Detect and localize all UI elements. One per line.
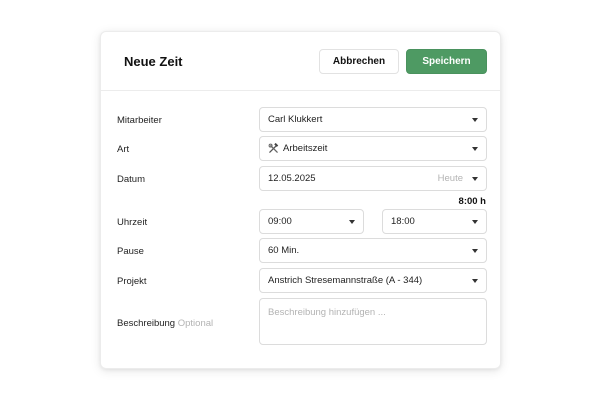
dialog-header: Neue Zeit Abbrechen Speichern <box>101 32 500 91</box>
pause-value: 60 Min. <box>268 245 300 256</box>
employee-select[interactable]: Carl Klukkert <box>259 107 487 132</box>
optional-hint: Optional <box>177 318 214 329</box>
new-time-dialog: Neue Zeit Abbrechen Speichern Mitarbeite… <box>100 31 501 369</box>
chevron-down-icon <box>349 219 355 224</box>
cancel-button[interactable]: Abbrechen <box>319 49 399 74</box>
hammer-wrench-icon <box>268 142 279 153</box>
chevron-down-icon <box>472 146 478 151</box>
project-select[interactable]: Anstrich Stresemannstraße (A - 344) <box>259 268 487 293</box>
description-input[interactable] <box>259 298 487 345</box>
end-time-select[interactable]: 18:00 <box>382 209 487 234</box>
start-time-value: 09:00 <box>268 216 292 227</box>
pause-select[interactable]: 60 Min. <box>259 238 487 263</box>
type-value-wrap: Arbeitszeit <box>268 142 472 154</box>
chevron-down-icon <box>472 219 478 224</box>
date-select[interactable]: 12.05.2025 Heute <box>259 166 487 191</box>
date-value: 12.05.2025 <box>268 173 316 184</box>
chevron-down-icon <box>472 248 478 253</box>
save-button[interactable]: Speichern <box>406 49 487 74</box>
start-time-select[interactable]: 09:00 <box>259 209 364 234</box>
chevron-down-icon <box>472 278 478 283</box>
description-label: Beschreibung Optional <box>117 318 213 329</box>
employee-label: Mitarbeiter <box>117 115 162 126</box>
project-label: Projekt <box>117 276 147 287</box>
project-value: Anstrich Stresemannstraße (A - 344) <box>268 275 423 286</box>
today-hint: Heute <box>437 173 463 184</box>
total-duration: 8:00 h <box>458 196 486 207</box>
chevron-down-icon <box>472 117 478 122</box>
pause-label: Pause <box>117 246 144 257</box>
employee-value: Carl Klukkert <box>268 114 323 125</box>
type-value: Arbeitszeit <box>283 143 328 154</box>
description-label-text: Beschreibung <box>117 318 176 329</box>
dialog-title: Neue Zeit <box>124 54 183 69</box>
type-select[interactable]: Arbeitszeit <box>259 136 487 161</box>
time-label: Uhrzeit <box>117 217 148 228</box>
type-label: Art <box>117 144 130 155</box>
chevron-down-icon <box>472 176 478 181</box>
end-time-value: 18:00 <box>391 216 415 227</box>
date-label: Datum <box>117 174 145 185</box>
